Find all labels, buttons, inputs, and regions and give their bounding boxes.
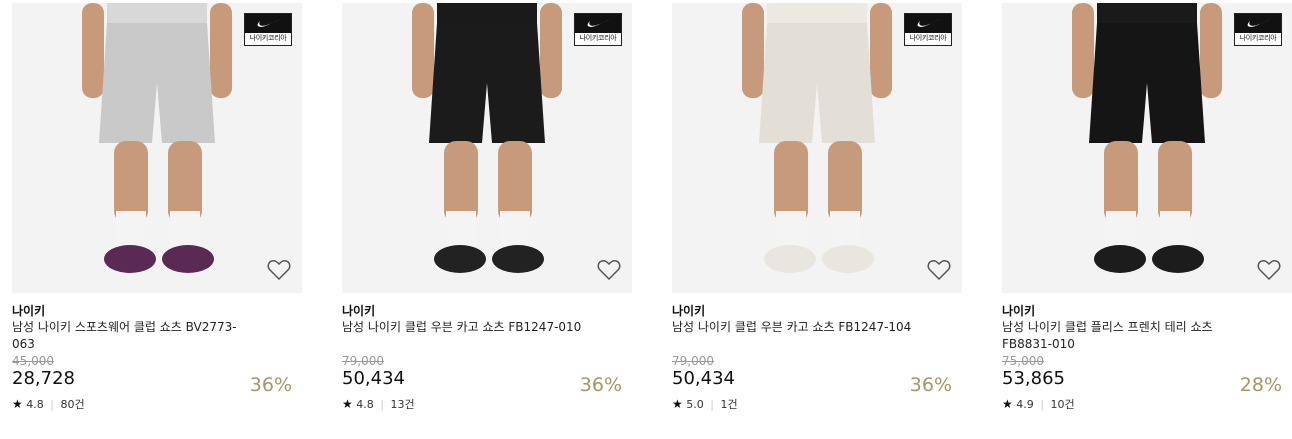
product-photo [742, 3, 892, 273]
star-icon: ★ [12, 397, 23, 411]
product-name[interactable]: 남성 나이키 클럽 플리스 프렌치 테리 쇼츠 FB8831-010 [1002, 319, 1242, 353]
star-icon: ★ [1002, 397, 1013, 411]
product-image[interactable]: 나이키코리아 [672, 3, 962, 293]
product-grid: 나이키코리아 나이키 남성 나이키 스포츠웨어 클럽 쇼츠 BV2773-063… [0, 0, 1292, 439]
nike-korea-badge: 나이키코리아 [574, 13, 622, 46]
rating-value: 4.9 [1016, 398, 1034, 411]
review-count: 80건 [60, 398, 85, 411]
badge-label: 나이키코리아 [1239, 34, 1277, 42]
product-image[interactable]: 나이키코리아 [12, 3, 302, 293]
wishlist-heart-icon[interactable] [1256, 257, 1282, 283]
product-card[interactable]: 나이키코리아 나이키 남성 나이키 클럽 우븐 카고 쇼츠 FB1247-104… [672, 3, 962, 433]
wishlist-heart-icon[interactable] [596, 257, 622, 283]
product-brand: 나이키 [672, 304, 706, 318]
review-count: 10건 [1050, 398, 1075, 411]
original-price: 79,000 [342, 354, 384, 368]
rating-row: ★ 4.8 | 80건 [12, 396, 302, 413]
product-image[interactable]: 나이키코리아 [1002, 3, 1292, 293]
product-card[interactable]: 나이키코리아 나이키 남성 나이키 클럽 플리스 프렌치 테리 쇼츠 FB883… [1002, 3, 1292, 433]
discount-rate: 28% [1239, 374, 1282, 396]
original-price: 45,000 [12, 354, 54, 368]
discount-rate: 36% [909, 374, 952, 396]
original-price: 79,000 [672, 354, 714, 368]
discount-rate: 36% [579, 374, 622, 396]
nike-swoosh-icon [245, 14, 291, 33]
nike-korea-badge: 나이키코리아 [904, 13, 952, 46]
product-name[interactable]: 남성 나이키 스포츠웨어 클럽 쇼츠 BV2773-063 [12, 319, 252, 353]
divider: | [710, 398, 714, 411]
review-count: 1건 [720, 398, 738, 411]
divider: | [50, 398, 54, 411]
rating-value: 5.0 [686, 398, 704, 411]
badge-label: 나이키코리아 [579, 34, 617, 42]
star-icon: ★ [672, 397, 683, 411]
review-count: 13건 [390, 398, 415, 411]
product-card[interactable]: 나이키코리아 나이키 남성 나이키 스포츠웨어 클럽 쇼츠 BV2773-063… [12, 3, 302, 433]
original-price: 75,000 [1002, 354, 1044, 368]
product-brand: 나이키 [12, 304, 46, 318]
product-photo [1072, 3, 1222, 273]
star-icon: ★ [342, 397, 353, 411]
wishlist-heart-icon[interactable] [266, 257, 292, 283]
product-brand: 나이키 [342, 304, 376, 318]
discount-rate: 36% [249, 374, 292, 396]
divider: | [1040, 398, 1044, 411]
divider: | [380, 398, 384, 411]
product-brand: 나이키 [1002, 304, 1036, 318]
rating-row: ★ 5.0 | 1건 [672, 396, 962, 413]
rating-value: 4.8 [356, 398, 374, 411]
product-card[interactable]: 나이키코리아 나이키 남성 나이키 클럽 우븐 카고 쇼츠 FB1247-010… [342, 3, 632, 433]
product-name[interactable]: 남성 나이키 클럽 우븐 카고 쇼츠 FB1247-010 [342, 319, 582, 353]
product-photo [82, 3, 232, 273]
nike-swoosh-icon [575, 14, 621, 33]
nike-korea-badge: 나이키코리아 [1234, 13, 1282, 46]
nike-korea-badge: 나이키코리아 [244, 13, 292, 46]
nike-swoosh-icon [905, 14, 951, 33]
nike-swoosh-icon [1235, 14, 1281, 33]
wishlist-heart-icon[interactable] [926, 257, 952, 283]
product-image[interactable]: 나이키코리아 [342, 3, 632, 293]
badge-label: 나이키코리아 [909, 34, 947, 42]
rating-value: 4.8 [26, 398, 44, 411]
rating-row: ★ 4.8 | 13건 [342, 396, 632, 413]
badge-label: 나이키코리아 [249, 34, 287, 42]
product-name[interactable]: 남성 나이키 클럽 우븐 카고 쇼츠 FB1247-104 [672, 319, 912, 353]
product-photo [412, 3, 562, 273]
rating-row: ★ 4.9 | 10건 [1002, 396, 1292, 413]
